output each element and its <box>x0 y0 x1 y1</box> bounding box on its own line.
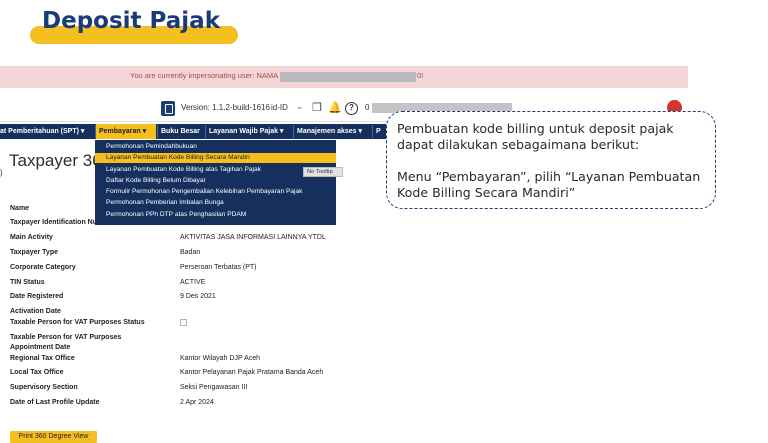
pembayaran-dropdown: Permohonan Pemindahbukuan Layanan Pembua… <box>95 140 336 225</box>
row-label: Corporate Category <box>10 264 76 271</box>
impersonation-tail: 0! <box>417 71 424 80</box>
nav-manajemen-akses[interactable]: Manajemen akses ▾ <box>294 124 365 139</box>
help-icon[interactable]: ? <box>345 102 358 115</box>
page-title-fragment: ) <box>0 168 3 177</box>
menu-item-kode-billing-mandiri[interactable]: Layanan Pembuatan Kode Billing Secara Ma… <box>95 153 336 163</box>
row-value: 2 Apr 2024 <box>180 399 214 406</box>
row-label: Supervisory Section <box>10 384 78 391</box>
row-label: TIN Status <box>10 279 45 286</box>
callout-text: Menu “Pembayaran”, pilih “Layanan Pembua… <box>397 169 701 200</box>
menu-item-kode-billing-tagihan[interactable]: Layanan Pembuatan Kode Billing atas Tagi… <box>95 165 336 175</box>
row-value: Seksi Pengawasan III <box>180 384 248 391</box>
row-label: Date of Last Profile Update <box>10 399 100 406</box>
row-value: Perseroan Terbatas (PT) <box>180 264 257 271</box>
chevron-down-icon[interactable]: ⌄ <box>296 101 304 112</box>
print-360-button[interactable]: Print 360 Degree View <box>10 431 97 443</box>
row-label: Local Tax Office <box>10 369 64 376</box>
row-value: AKTIVITAS JASA INFORMASI LAINNYA YTDL <box>180 234 326 241</box>
row-value: Badan <box>180 249 201 256</box>
row-label: Appointment Date <box>10 344 71 351</box>
nav-pembayaran[interactable]: Pembayaran ▾ <box>96 124 156 139</box>
nav-more[interactable]: P <box>373 124 384 139</box>
menu-item-pengembalian-kelebihan[interactable]: Formulir Permohonan Pengembalian Kelebih… <box>95 187 336 197</box>
callout-text: Pembuatan kode billing untuk deposit paj… <box>397 121 674 152</box>
row-label: Taxable Person for VAT Purposes Status <box>10 319 145 326</box>
user-prefix: 0 <box>365 103 370 112</box>
row-label: Main Activity <box>10 234 53 241</box>
menu-item-pemindahbukuan[interactable]: Permohonan Pemindahbukuan <box>95 142 336 152</box>
nav-spt[interactable]: at Pemberitahuan (SPT) ▾ <box>0 124 87 139</box>
row-label: Date Registered <box>10 293 64 300</box>
impersonation-text: You are currently impersonating user: NA… <box>130 71 279 80</box>
redacted-username <box>280 72 416 82</box>
menu-item-pph-dtp[interactable]: Permohonan PPh DTP atas Penghasilan PDAM <box>95 210 336 220</box>
tooltip: No Tooltip <box>303 167 343 177</box>
main-nav: at Pemberitahuan (SPT) ▾ Pembayaran ▾ Bu… <box>0 124 392 139</box>
impersonation-banner: You are currently impersonating user: NA… <box>0 66 688 88</box>
menu-item-imbalan-bunga[interactable]: Permohonan Pemberian Imbalan Bunga <box>95 198 336 208</box>
menu-item-daftar-kode-billing[interactable]: Daftar Kode Billing Belum Dibayar <box>95 176 336 186</box>
row-value: Kantor Pelayanan Pajak Pratama Banda Ace… <box>180 369 324 376</box>
row-label: Activation Date <box>10 308 61 315</box>
documents-icon[interactable]: ❐ <box>312 101 322 114</box>
slide: Deposit Pajak You are currently imperson… <box>0 0 768 443</box>
language-select[interactable]: id-ID <box>271 103 288 112</box>
row-label: Name <box>10 205 30 212</box>
version-label: Version: 1.1.2-build-1616 <box>181 103 270 112</box>
slide-title: Deposit Pajak <box>30 6 240 44</box>
slide-title-text: Deposit Pajak <box>42 8 220 34</box>
row-value: Kantor Wilayah DJP Aceh <box>180 355 261 362</box>
vat-status-checkbox <box>180 319 187 326</box>
bell-icon[interactable]: 🔔 <box>328 101 342 114</box>
row-label: Taxpayer Type <box>10 249 58 256</box>
row-value: 9 Des 2021 <box>180 293 216 300</box>
row-value: ACTIVE <box>180 279 206 286</box>
nav-layanan-wajib-pajak[interactable]: Layanan Wajib Pajak ▾ <box>206 124 286 139</box>
row-label: Regional Tax Office <box>10 355 75 362</box>
nav-buku-besar[interactable]: Buku Besar <box>158 124 203 139</box>
row-label: Taxable Person for VAT Purposes <box>10 334 122 341</box>
document-icon <box>161 101 175 116</box>
instruction-callout: Pembuatan kode billing untuk deposit paj… <box>386 111 716 209</box>
